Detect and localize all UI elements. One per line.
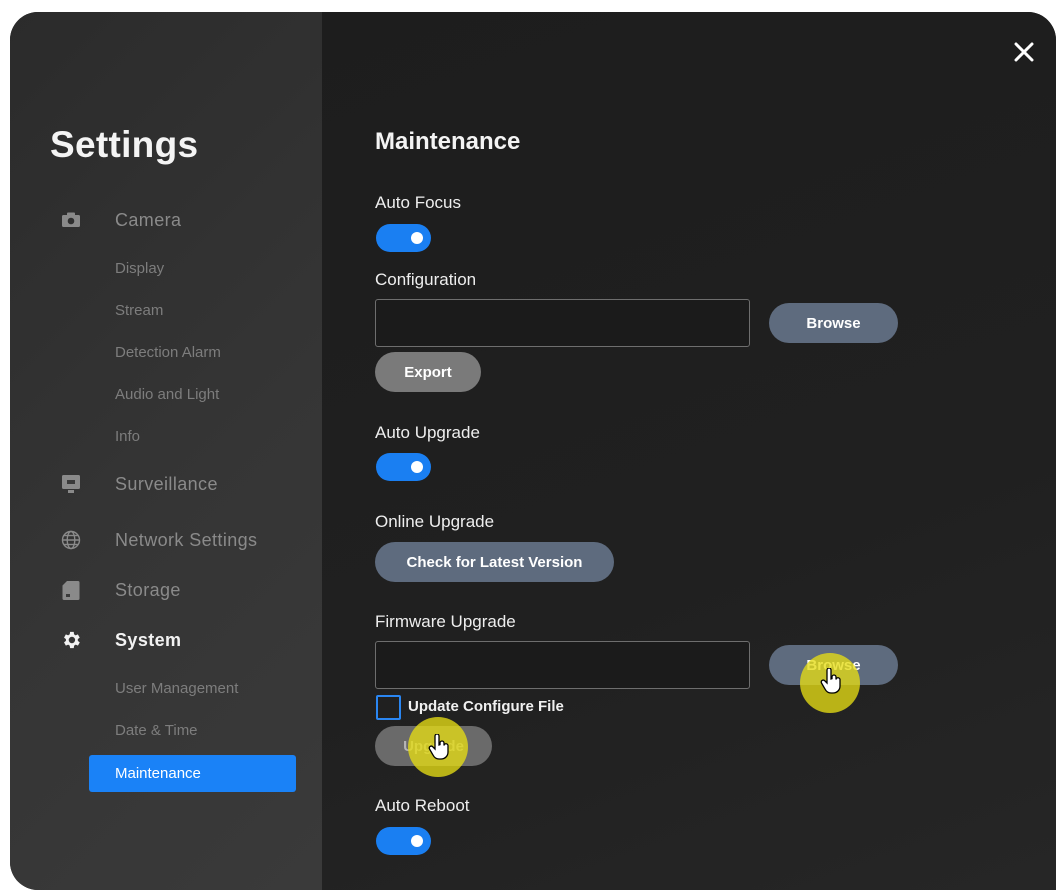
sidebar-item-label: Surveillance	[115, 473, 218, 494]
sidebar-subitem-maintenance[interactable]: Maintenance	[89, 755, 296, 792]
sidebar-item-label: System	[115, 629, 182, 650]
sidebar-subitem-info[interactable]: Info	[115, 423, 140, 451]
sd-card-icon	[60, 579, 82, 601]
auto-upgrade-label: Auto Upgrade	[375, 423, 480, 442]
globe-icon	[60, 529, 82, 551]
update-configure-file-label: Update Configure File	[408, 698, 564, 715]
sidebar-subitem-user-management[interactable]: User Management	[115, 675, 238, 703]
monitor-icon	[60, 473, 82, 495]
configuration-label: Configuration	[375, 270, 477, 289]
toggle-knob	[411, 835, 423, 847]
close-icon	[1013, 41, 1035, 68]
toggle-knob	[411, 232, 423, 244]
sidebar-item-camera[interactable]: Camera	[10, 202, 322, 238]
settings-window: Settings Camera Display Stream Detection…	[10, 12, 1056, 890]
close-button[interactable]	[1010, 40, 1038, 68]
sidebar-subitem-audio-and-light[interactable]: Audio and Light	[115, 381, 219, 409]
main-panel: Maintenance Auto Focus Configuration Bro…	[322, 12, 1056, 890]
auto-upgrade-toggle[interactable]	[376, 453, 431, 481]
auto-focus-toggle[interactable]	[376, 224, 431, 252]
configuration-browse-button[interactable]: Browse	[769, 303, 898, 343]
sidebar-item-label: Camera	[115, 209, 182, 230]
sidebar-subitem-detection-alarm[interactable]: Detection Alarm	[115, 339, 221, 367]
update-configure-file-checkbox[interactable]	[376, 695, 401, 720]
gear-icon	[60, 629, 82, 651]
sidebar-subitem-stream[interactable]: Stream	[115, 297, 163, 325]
page-title: Maintenance	[375, 128, 521, 155]
export-button[interactable]: Export	[375, 352, 481, 392]
sidebar-item-network-settings[interactable]: Network Settings	[10, 522, 322, 558]
camera-icon	[60, 209, 82, 231]
firmware-file-field[interactable]	[375, 641, 750, 689]
sidebar-item-label: Network Settings	[115, 529, 258, 550]
sidebar-item-label: Storage	[115, 579, 181, 600]
upgrade-button[interactable]: Upgrade	[375, 726, 492, 766]
auto-reboot-toggle[interactable]	[376, 827, 431, 855]
settings-title: Settings	[50, 124, 199, 165]
firmware-upgrade-label: Firmware Upgrade	[375, 612, 516, 631]
sidebar-subitem-date-time[interactable]: Date & Time	[115, 717, 198, 745]
sidebar-item-storage[interactable]: Storage	[10, 572, 322, 608]
sidebar-item-surveillance[interactable]: Surveillance	[10, 466, 322, 502]
check-latest-version-button[interactable]: Check for Latest Version	[375, 542, 614, 582]
sidebar-subitem-display[interactable]: Display	[115, 255, 164, 283]
toggle-knob	[411, 461, 423, 473]
firmware-browse-button[interactable]: Browse	[769, 645, 898, 685]
sidebar-item-system[interactable]: System	[10, 622, 322, 658]
auto-focus-label: Auto Focus	[375, 193, 461, 212]
configuration-file-field[interactable]	[375, 299, 750, 347]
sidebar: Settings Camera Display Stream Detection…	[10, 12, 322, 890]
auto-reboot-label: Auto Reboot	[375, 796, 470, 815]
online-upgrade-label: Online Upgrade	[375, 512, 495, 531]
